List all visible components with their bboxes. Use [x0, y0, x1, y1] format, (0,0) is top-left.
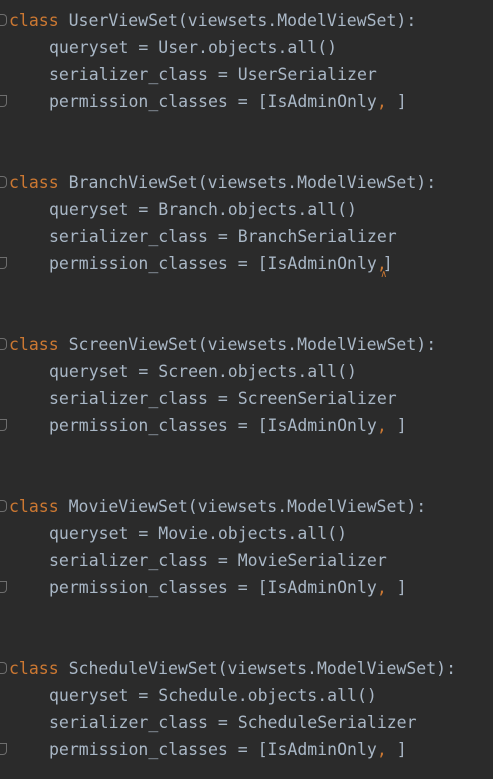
permission-line[interactable]: permission_classes = [IsAdminOnly, ] [0, 574, 407, 601]
permission-close: ] [386, 578, 407, 597]
permission-text: permission_classes = [IsAdminOnly [49, 740, 377, 759]
permission-close: ] [386, 740, 407, 759]
serializer-text: serializer_class = MovieSerializer [49, 551, 387, 570]
serializer-line[interactable]: serializer_class = MovieSerializer [0, 547, 387, 574]
queryset-line[interactable]: queryset = Branch.objects.all() [0, 196, 357, 223]
permission-close: ] [386, 416, 407, 435]
class-keyword: class [9, 497, 59, 516]
class-keyword: class [9, 335, 59, 354]
permission-close: ] [386, 92, 407, 111]
class-header: BranchViewSet(viewsets.ModelViewSet): [58, 173, 437, 192]
class-header: ScheduleViewSet(viewsets.ModelViewSet): [58, 659, 457, 678]
serializer-line[interactable]: serializer_class = UserSerializer [0, 61, 377, 88]
permission-text: permission_classes = [IsAdminOnly [49, 416, 377, 435]
queryset-line[interactable]: queryset = User.objects.all() [0, 34, 337, 61]
intention-bulb-icon[interactable]: ∧ [381, 269, 387, 280]
serializer-text: serializer_class = ScheduleSerializer [49, 713, 417, 732]
queryset-text: queryset = Schedule.objects.all() [49, 686, 377, 705]
comma-token: , [376, 578, 387, 597]
class-keyword: class [9, 173, 59, 192]
permission-line[interactable]: permission_classes = [IsAdminOnly, ] [0, 412, 407, 439]
class-definition-line[interactable]: class UserViewSet(viewsets.ModelViewSet)… [0, 7, 416, 34]
permission-line[interactable]: permission_classes = [IsAdminOnly, ] [0, 88, 407, 115]
permission-text: permission_classes = [IsAdminOnly [49, 578, 377, 597]
code-editor[interactable]: class UserViewSet(viewsets.ModelViewSet)… [0, 0, 493, 779]
serializer-text: serializer_class = ScreenSerializer [49, 389, 397, 408]
queryset-line[interactable]: queryset = Screen.objects.all() [0, 358, 357, 385]
serializer-line[interactable]: serializer_class = ScheduleSerializer [0, 709, 417, 736]
permission-line[interactable]: permission_classes = [IsAdminOnly,∧] [0, 250, 393, 280]
queryset-text: queryset = Screen.objects.all() [49, 362, 357, 381]
serializer-line[interactable]: serializer_class = BranchSerializer [0, 223, 397, 250]
class-keyword: class [9, 11, 59, 30]
class-definition-line[interactable]: class ScreenViewSet(viewsets.ModelViewSe… [0, 331, 436, 358]
queryset-text: queryset = Movie.objects.all() [49, 524, 348, 543]
class-keyword: class [9, 659, 59, 678]
permission-text: permission_classes = [IsAdminOnly [49, 92, 377, 111]
queryset-line[interactable]: queryset = Movie.objects.all() [0, 520, 347, 547]
permission-text: permission_classes = [IsAdminOnly [49, 254, 377, 273]
serializer-line[interactable]: serializer_class = ScreenSerializer [0, 385, 397, 412]
permission-line[interactable]: permission_classes = [IsAdminOnly, ] [0, 736, 407, 763]
class-definition-line[interactable]: class ScheduleViewSet(viewsets.ModelView… [0, 655, 456, 682]
class-header: UserViewSet(viewsets.ModelViewSet): [58, 11, 417, 30]
queryset-text: queryset = User.objects.all() [49, 38, 338, 57]
class-definition-line[interactable]: class BranchViewSet(viewsets.ModelViewSe… [0, 169, 436, 196]
queryset-text: queryset = Branch.objects.all() [49, 200, 357, 219]
class-header: ScreenViewSet(viewsets.ModelViewSet): [58, 335, 437, 354]
comma-token: , [376, 416, 387, 435]
queryset-line[interactable]: queryset = Schedule.objects.all() [0, 682, 377, 709]
comma-token: , [376, 92, 387, 111]
class-definition-line[interactable]: class MovieViewSet(viewsets.ModelViewSet… [0, 493, 426, 520]
comma-token: , [376, 740, 387, 759]
serializer-text: serializer_class = BranchSerializer [49, 227, 397, 246]
class-header: MovieViewSet(viewsets.ModelViewSet): [58, 497, 427, 516]
serializer-text: serializer_class = UserSerializer [49, 65, 377, 84]
